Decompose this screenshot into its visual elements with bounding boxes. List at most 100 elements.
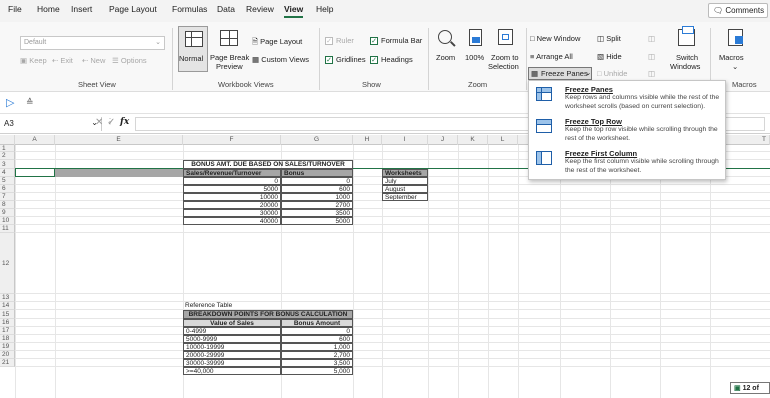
column-gridline xyxy=(353,145,354,398)
exit-button[interactable]: ⇠ Exit xyxy=(52,56,73,65)
reference-value-cell: 20000-29999 xyxy=(183,351,281,359)
freeze-panes-icon xyxy=(536,87,552,101)
row-header[interactable]: 6 xyxy=(0,185,15,193)
hide-button[interactable]: ▧ Hide xyxy=(597,52,622,61)
reference-value-cell: 10000-19999 xyxy=(183,343,281,351)
row-header[interactable]: 7 xyxy=(0,193,15,201)
row-header[interactable]: 14 xyxy=(0,302,15,310)
row-header[interactable]: 20 xyxy=(0,351,15,359)
options-button[interactable]: ☰ Options xyxy=(112,56,147,65)
row-header[interactable]: 17 xyxy=(0,327,15,335)
freeze-panes-option[interactable]: Freeze Panes Keep rows and columns visib… xyxy=(529,83,725,115)
custom-views-label: Custom Views xyxy=(261,55,309,64)
page-indicator-text: 12 of xyxy=(742,385,759,392)
row-header[interactable]: 18 xyxy=(0,335,15,343)
row-header[interactable]: 13 xyxy=(0,294,15,302)
page-break-preview-button[interactable]: Page Break Preview xyxy=(210,26,249,72)
page-layout-button[interactable]: 🗎 Page Layout xyxy=(252,36,302,49)
tab-insert[interactable]: Insert xyxy=(71,4,92,14)
keep-button[interactable]: ▣ Keep xyxy=(20,56,47,65)
bonus-amount-cell: 3500 xyxy=(281,209,353,217)
formula-bar-checkbox[interactable]: ✓ xyxy=(370,37,378,45)
row-header[interactable]: 5 xyxy=(0,177,15,185)
column-header-a[interactable]: A xyxy=(15,135,55,145)
tab-help[interactable]: Help xyxy=(316,4,333,14)
tab-file[interactable]: File xyxy=(8,4,22,14)
row-header[interactable]: 19 xyxy=(0,343,15,351)
row-header[interactable]: 4 xyxy=(0,169,15,177)
tab-data[interactable]: Data xyxy=(217,4,235,14)
freeze-top-row-option[interactable]: Freeze Top Row Keep the top row visible … xyxy=(529,115,725,147)
reference-value-cell: 5000-9999 xyxy=(183,335,281,343)
zoom-100-button[interactable]: 100% xyxy=(463,26,489,72)
zoom-to-label-2: Selection xyxy=(488,62,519,71)
row-header[interactable]: 21 xyxy=(0,359,15,367)
row-header[interactable]: 10 xyxy=(0,217,15,225)
column-header-l[interactable]: L xyxy=(488,135,518,145)
column-header-h[interactable]: H xyxy=(353,135,382,145)
chevron-down-icon: ⌄ xyxy=(585,68,592,77)
column-header-k[interactable]: K xyxy=(458,135,488,145)
column-header-g[interactable]: G xyxy=(281,135,353,145)
zoom-to-selection-button[interactable]: Zoom to Selection xyxy=(488,26,522,72)
bonus-amount-cell: 0 xyxy=(281,177,353,185)
row-header[interactable]: 11 xyxy=(0,225,15,233)
unhide-button[interactable]: □ Unhide xyxy=(597,69,627,78)
view-side-by-side-icon[interactable]: ◫ xyxy=(648,34,655,43)
freeze-first-column-option[interactable]: Freeze First Column Keep the first colum… xyxy=(529,147,725,179)
active-cell-a3[interactable] xyxy=(15,168,55,177)
customize-toolbar-icon[interactable]: ≙ xyxy=(26,97,34,108)
tab-page-layout[interactable]: Page Layout xyxy=(109,4,157,14)
exit-label: Exit xyxy=(60,56,73,65)
row-gridline xyxy=(15,208,770,209)
zoom-button[interactable]: Zoom xyxy=(433,26,461,72)
normal-view-button[interactable]: Normal xyxy=(178,26,208,72)
reference-bonus-cell: 2,700 xyxy=(281,351,353,359)
chevron-down-icon: ⌄ xyxy=(732,62,739,71)
sheet-view-dropdown[interactable]: Default ⌄ xyxy=(20,36,165,50)
freeze-panes-button[interactable]: ▦ Freeze Panes ⌄ xyxy=(528,67,592,80)
row-header[interactable]: 15 xyxy=(0,310,15,319)
select-all-corner[interactable] xyxy=(0,135,15,145)
tab-review[interactable]: Review xyxy=(246,4,274,14)
column-gridline xyxy=(710,145,711,398)
row-header[interactable]: 2 xyxy=(0,152,15,160)
worksheet-item: September xyxy=(382,193,428,201)
row-header[interactable]: 3 xyxy=(0,160,15,169)
column-header-e[interactable]: E xyxy=(55,135,183,145)
name-box[interactable]: A3 ⌄ xyxy=(2,117,102,131)
ruler-checkbox[interactable]: ✓ xyxy=(325,37,333,45)
custom-views-button[interactable]: ▦ Custom Views xyxy=(252,55,309,64)
enter-icon[interactable]: ✓ xyxy=(107,117,115,128)
macros-button[interactable]: Macros ⌄ xyxy=(716,26,756,72)
comments-button[interactable]: 🗨 Comments xyxy=(708,3,768,18)
reset-position-icon[interactable]: ◫ xyxy=(648,69,655,78)
tab-formulas[interactable]: Formulas xyxy=(172,4,207,14)
row-header[interactable]: 9 xyxy=(0,209,15,217)
tab-view[interactable]: View xyxy=(284,4,304,18)
split-button[interactable]: ◫ Split xyxy=(597,34,621,43)
switch-windows-button[interactable]: Switch Windows xyxy=(668,26,706,72)
row-header[interactable]: 1 xyxy=(0,145,15,152)
freeze-panes-title: Freeze Panes xyxy=(565,85,613,94)
sync-scrolling-icon[interactable]: ◫ xyxy=(648,52,655,61)
column-header-f[interactable]: F xyxy=(183,135,281,145)
cancel-icon[interactable]: ✕ xyxy=(95,117,103,128)
row-header[interactable]: 8 xyxy=(0,201,15,209)
tab-home[interactable]: Home xyxy=(37,4,60,14)
bonus-sales-cell: 0 xyxy=(183,177,281,185)
insert-function-icon[interactable]: fx xyxy=(120,117,129,127)
new-view-button[interactable]: ⇠ New xyxy=(82,56,105,65)
zoom-selection-icon xyxy=(498,29,513,45)
autosave-icon[interactable]: ▷ xyxy=(6,96,14,109)
gridlines-checkbox[interactable]: ✓ xyxy=(325,56,333,64)
new-window-button[interactable]: □ New Window xyxy=(530,34,580,43)
freeze-panes-menu: Freeze Panes Keep rows and columns visib… xyxy=(528,80,726,180)
worksheet-item: August xyxy=(382,185,428,193)
row-header[interactable]: 12 xyxy=(0,233,15,294)
arrange-all-button[interactable]: ≡ Arrange All xyxy=(530,52,573,61)
column-header-i[interactable]: I xyxy=(382,135,428,145)
column-header-j[interactable]: J xyxy=(428,135,458,145)
headings-checkbox[interactable]: ✓ xyxy=(370,56,378,64)
row-header[interactable]: 16 xyxy=(0,319,15,327)
